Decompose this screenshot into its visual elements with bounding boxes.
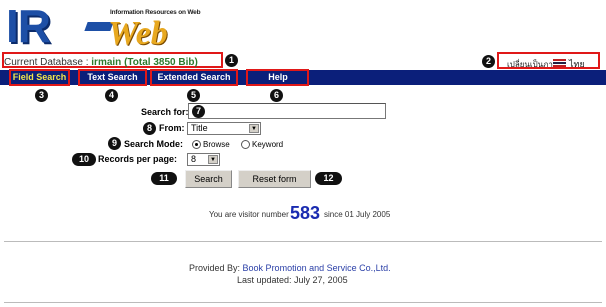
keyword-radio-label[interactable]: Keyword xyxy=(252,140,283,149)
from-select-value: Title xyxy=(191,123,208,133)
records-select-value: 8 xyxy=(191,154,197,164)
database-label: Current Database : xyxy=(4,57,89,68)
annotation-badge-11: 11 xyxy=(151,172,177,185)
search-mode-label: Search Mode: xyxy=(124,139,184,149)
provider-link[interactable]: Book Promotion and Service Co.,Ltd. xyxy=(243,263,391,273)
browse-radio-label[interactable]: Browse xyxy=(203,140,230,149)
annotation-badge-5: 5 xyxy=(187,89,200,102)
visitor-count: 583 xyxy=(290,203,321,223)
divider xyxy=(4,241,602,242)
tab-extended-search[interactable]: Extended Search xyxy=(152,71,236,84)
reset-form-button[interactable]: Reset form xyxy=(238,170,311,188)
annotation-badge-2: 2 xyxy=(482,55,495,68)
provided-by-label: Provided By: xyxy=(189,263,241,273)
annotation-badge-3: 3 xyxy=(35,89,48,102)
visitor-prefix: You are visitor number xyxy=(209,210,289,219)
from-select[interactable]: Title ▼ xyxy=(187,122,261,135)
provided-by: Provided By: Book Promotion and Service … xyxy=(189,263,391,273)
search-button[interactable]: Search xyxy=(185,170,232,188)
keyword-radio[interactable] xyxy=(241,140,250,149)
annotation-badge-7: 7 xyxy=(192,105,205,118)
search-input[interactable] xyxy=(188,103,386,119)
logo-ir-text: IR xyxy=(6,0,51,52)
records-per-page-label: Records per page: xyxy=(98,154,178,164)
annotation-badge-9: 9 xyxy=(108,137,121,150)
last-updated: Last updated: July 27, 2005 xyxy=(237,275,348,285)
chevron-down-icon[interactable]: ▼ xyxy=(208,155,218,164)
browse-radio[interactable] xyxy=(192,140,201,149)
annotation-badge-10: 10 xyxy=(72,153,96,166)
records-per-page-select[interactable]: 8 ▼ xyxy=(187,153,220,166)
chevron-down-icon[interactable]: ▼ xyxy=(249,124,259,133)
annotation-badge-1: 1 xyxy=(225,54,238,67)
uk-flag-icon[interactable] xyxy=(553,59,566,67)
tab-field-search[interactable]: Field Search xyxy=(11,71,68,84)
thai-language-link[interactable]: ไทย xyxy=(569,57,585,71)
annotation-badge-12: 12 xyxy=(315,172,342,185)
from-label: From: xyxy=(159,123,185,133)
divider xyxy=(4,302,602,303)
database-name: irmain (Total 3850 Bib) xyxy=(91,57,198,68)
current-database: Current Database : irmain (Total 3850 Bi… xyxy=(4,57,198,68)
annotation-badge-4: 4 xyxy=(105,89,118,102)
tab-help[interactable]: Help xyxy=(249,71,307,84)
visitor-since: since 01 July 2005 xyxy=(324,210,391,219)
logo-tagline: Information Resources on Web xyxy=(110,9,201,16)
search-for-label: Search for: xyxy=(141,107,189,117)
logo-web-text: Web xyxy=(108,15,168,52)
tab-text-search[interactable]: Text Search xyxy=(82,71,143,84)
annotation-badge-8: 8 xyxy=(143,122,156,135)
annotation-badge-6: 6 xyxy=(270,89,283,102)
